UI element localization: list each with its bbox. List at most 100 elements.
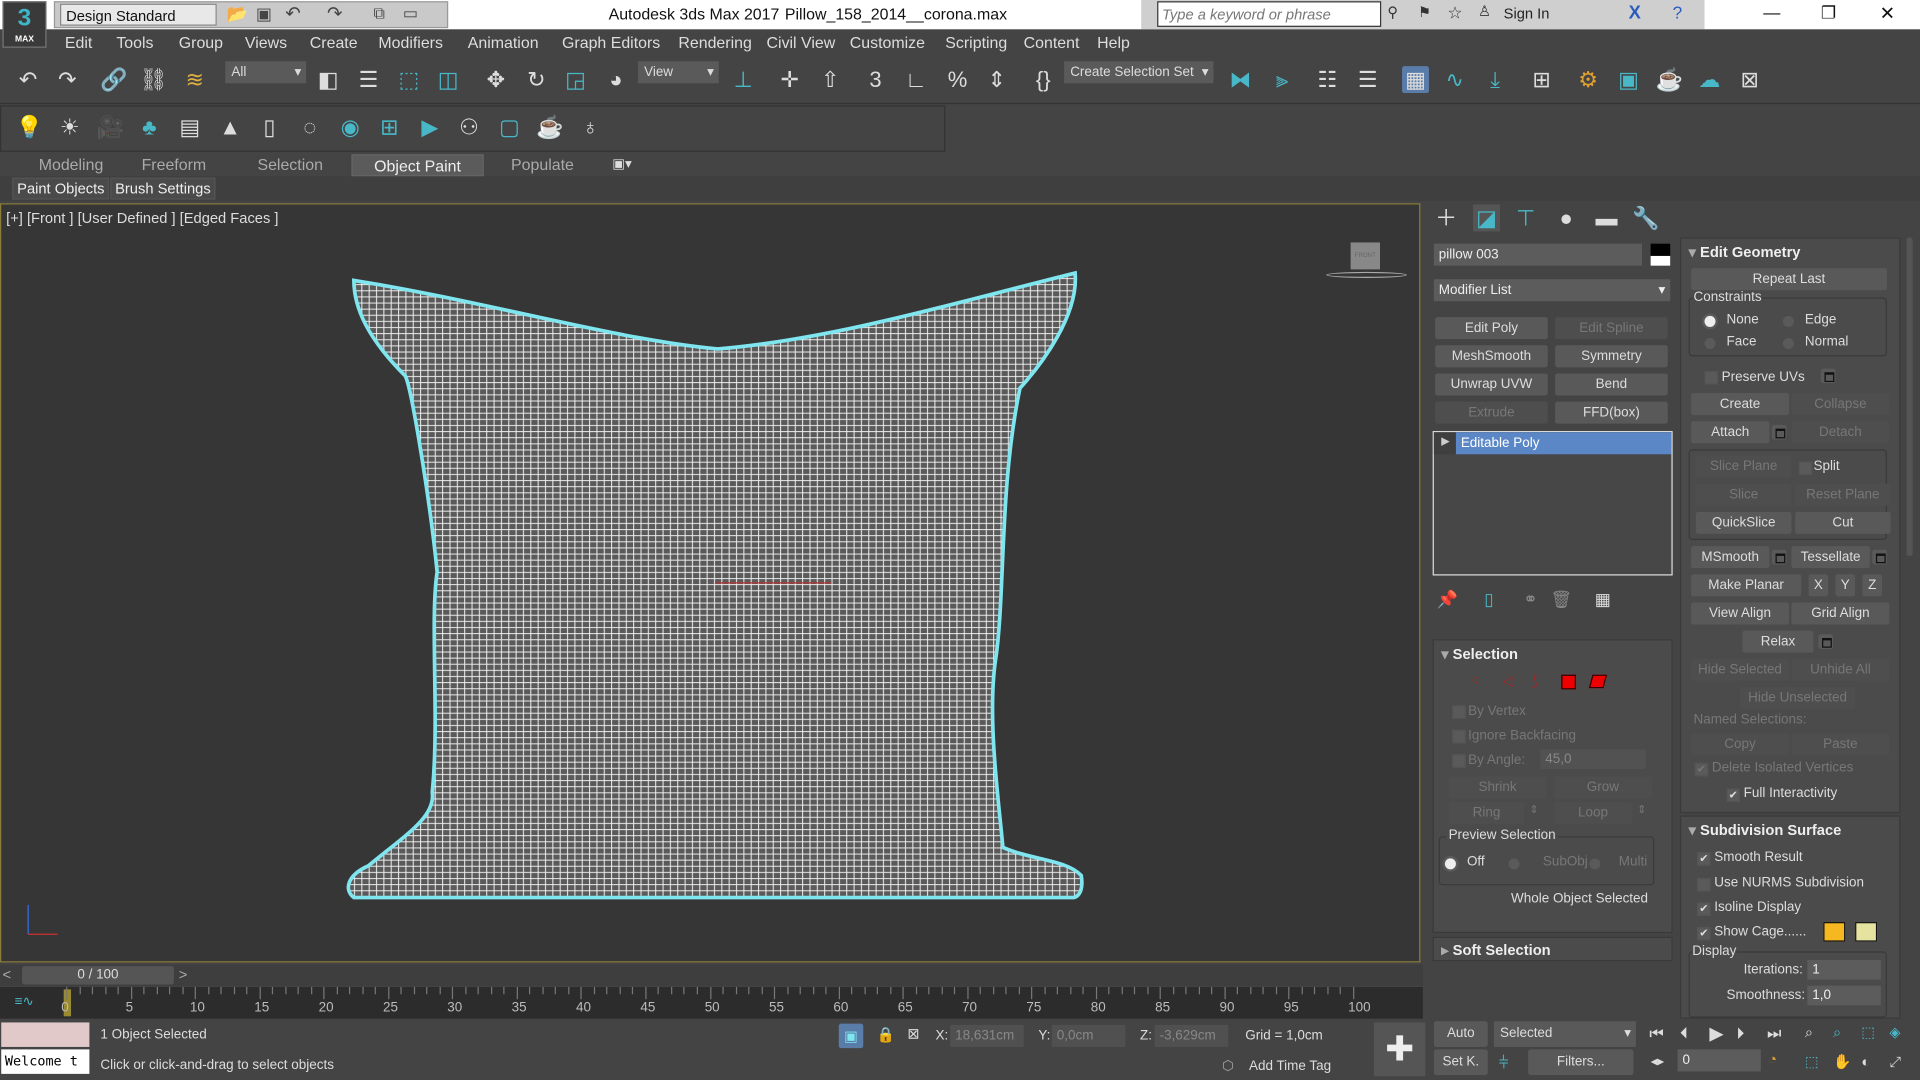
create-button[interactable]: Create (1691, 393, 1789, 416)
shrink-button[interactable]: Shrink (1448, 776, 1547, 799)
tessellate-settings-button[interactable] (1872, 549, 1887, 565)
lamp-icon[interactable]: ♁ (577, 114, 604, 141)
delete-isolated-checkbox[interactable]: ✔ (1694, 762, 1709, 777)
edge-mode-icon[interactable]: ◁ (1502, 672, 1513, 689)
by-vertex-checkbox[interactable] (1452, 705, 1466, 719)
maximize-viewport-icon[interactable]: ⤢ (1889, 1053, 1901, 1071)
constraint-edge-radio[interactable] (1782, 315, 1794, 327)
display-tab-icon[interactable]: ▬ (1593, 204, 1620, 231)
edit-poly-button[interactable]: Edit Poly (1435, 317, 1548, 340)
attach-list-button[interactable] (1771, 424, 1787, 440)
key-filter-dropdown[interactable]: Selected (1493, 1021, 1636, 1047)
constraint-none-radio[interactable] (1704, 315, 1716, 327)
symmetry-button[interactable]: Symmetry (1555, 345, 1668, 368)
refresh-icon[interactable]: ◌ (296, 114, 323, 141)
extrude-button[interactable]: Extrude (1435, 401, 1548, 424)
planar-y-button[interactable]: Y (1835, 574, 1856, 597)
set-key-icon[interactable]: ✚ (1373, 1022, 1426, 1077)
zoom-region-icon[interactable]: ⬚ (1805, 1053, 1819, 1070)
zoom-icon[interactable]: ⌕ (1805, 1024, 1813, 1042)
grow-button[interactable]: Grow (1553, 776, 1652, 799)
search-input[interactable]: Type a keyword or phrase (1157, 1, 1382, 27)
scene-explorer-icon[interactable]: ☷ (1314, 66, 1341, 93)
tab-object-paint[interactable]: Object Paint (351, 154, 484, 177)
percent-snap-icon[interactable]: % (944, 66, 971, 93)
orbit-icon[interactable]: ◐ (1861, 1053, 1870, 1070)
time-configuration-icon[interactable]: ◔ (1768, 1051, 1777, 1068)
redo-icon[interactable]: ↷ (54, 66, 81, 93)
unwrap-uvw-button[interactable]: Unwrap UVW (1435, 373, 1548, 396)
named-selection-set-dropdown[interactable]: Create Selection Set (1064, 61, 1214, 84)
polygon-mode-icon[interactable] (1561, 674, 1576, 690)
stack-item-editable-poly[interactable]: ▶ Editable Poly (1433, 432, 1672, 455)
modifier-list-dropdown[interactable]: Modifier List (1433, 279, 1671, 302)
constraint-normal-radio[interactable] (1782, 337, 1794, 349)
restore-button[interactable]: ❐ (1821, 2, 1836, 23)
view-align-button[interactable]: View Align (1691, 602, 1789, 625)
pan-icon[interactable]: ✋ (1833, 1053, 1851, 1070)
window-icon[interactable]: ▢ (496, 114, 523, 141)
msmooth-settings-button[interactable] (1771, 549, 1787, 565)
relax-settings-button[interactable] (1818, 634, 1834, 649)
workspace-dropdown[interactable]: Design Standard (60, 3, 217, 26)
previous-frame-icon[interactable]: ⏴ (1680, 1024, 1688, 1044)
window-crossing-icon[interactable]: ◫ (435, 66, 462, 93)
interactive-render-icon[interactable]: ▶ (416, 114, 443, 141)
maxscript-input[interactable]: Welcome t (1, 1049, 90, 1074)
track-bar[interactable]: ≡∿ 0 5 10 15 20 25 30 35 40 45 50 55 60 65 70 75 80 85 90 9… (0, 986, 1423, 1019)
command-panel-scrollbar[interactable] (1906, 237, 1913, 556)
new-scene-icon[interactable]: ▭ (403, 4, 418, 24)
align-icon[interactable]: ⫸ (1269, 66, 1296, 93)
menu-customize[interactable]: Customize (850, 33, 925, 51)
preview-multi-radio[interactable] (1589, 858, 1601, 870)
y-coordinate-field[interactable]: 0,0cm (1051, 1024, 1126, 1047)
keyboard-shortcut-icon[interactable]: ⇧ (817, 66, 844, 93)
selection-lock-icon[interactable]: 🔒 (877, 1026, 895, 1043)
make-unique-icon[interactable]: ⚭ (1517, 585, 1544, 612)
planar-z-button[interactable]: Z (1862, 574, 1883, 597)
ring-spinner[interactable]: ⇕ (1529, 803, 1538, 816)
menu-views[interactable]: Views (245, 33, 287, 51)
z-coordinate-field[interactable]: -3,629cm (1154, 1024, 1229, 1047)
help-icon[interactable]: ? (1673, 2, 1683, 22)
meshsmooth-button[interactable]: MeshSmooth (1435, 345, 1548, 368)
satellite-icon[interactable]: ⚑ (1418, 4, 1431, 21)
paste-button[interactable]: Paste (1791, 733, 1890, 756)
unlink-icon[interactable]: ⛓ (140, 66, 168, 93)
menu-animation[interactable]: Animation (468, 33, 539, 51)
prev-frame-arrow[interactable]: < (2, 966, 11, 983)
snaps-toggle-icon[interactable]: 3 (862, 66, 889, 93)
link-icon[interactable]: 🔗 (100, 66, 127, 93)
render-setup-icon[interactable]: ⚙ (1575, 66, 1602, 93)
reference-coordinate-dropdown[interactable]: View (637, 61, 719, 84)
paint-objects-button[interactable]: Paint Objects (12, 177, 110, 200)
select-by-name-icon[interactable]: ☰ (355, 66, 382, 93)
curve-editor-mini-icon[interactable]: ≡∿ (15, 993, 34, 1009)
rotate-icon[interactable]: ↻ (523, 66, 550, 93)
tab-selection[interactable]: Selection (242, 154, 338, 176)
zoom-extents-all-icon[interactable]: ◈ (1889, 1024, 1900, 1041)
menu-create[interactable]: Create (310, 33, 358, 51)
menu-content[interactable]: Content (1024, 33, 1080, 51)
menu-rendering[interactable]: Rendering (678, 33, 751, 51)
constraint-face-radio[interactable] (1704, 337, 1716, 349)
go-to-end-icon[interactable]: ⏭ (1767, 1024, 1781, 1044)
current-frame-field[interactable]: 0 (1677, 1049, 1761, 1072)
split-checkbox[interactable] (1798, 461, 1813, 476)
slice-plane-button[interactable]: Slice Plane (1695, 455, 1792, 478)
undo-icon[interactable]: ↶ (285, 2, 300, 25)
cage-color-swatch-1[interactable] (1823, 922, 1846, 942)
iterations-spinner[interactable]: 1 (1807, 960, 1881, 980)
layer-explorer-icon[interactable]: ☰ (1354, 66, 1381, 93)
app-logo-button[interactable]: 3 MAX (2, 1, 47, 48)
tab-modeling[interactable]: Modeling (24, 154, 117, 176)
teapot-icon[interactable]: ☕ (536, 114, 563, 141)
detach-button[interactable]: Detach (1791, 421, 1890, 444)
object-color-swatch[interactable] (1650, 243, 1671, 266)
close-button[interactable]: ✕ (1880, 2, 1895, 25)
pivot-center-icon[interactable]: ⊥ (730, 66, 757, 93)
expand-icon[interactable]: ▶ (1441, 435, 1449, 448)
by-angle-checkbox[interactable] (1452, 754, 1466, 768)
bind-spacewarp-icon[interactable]: ≋ (181, 66, 208, 93)
soft-selection-rollout[interactable]: Soft Selection (1432, 936, 1673, 962)
